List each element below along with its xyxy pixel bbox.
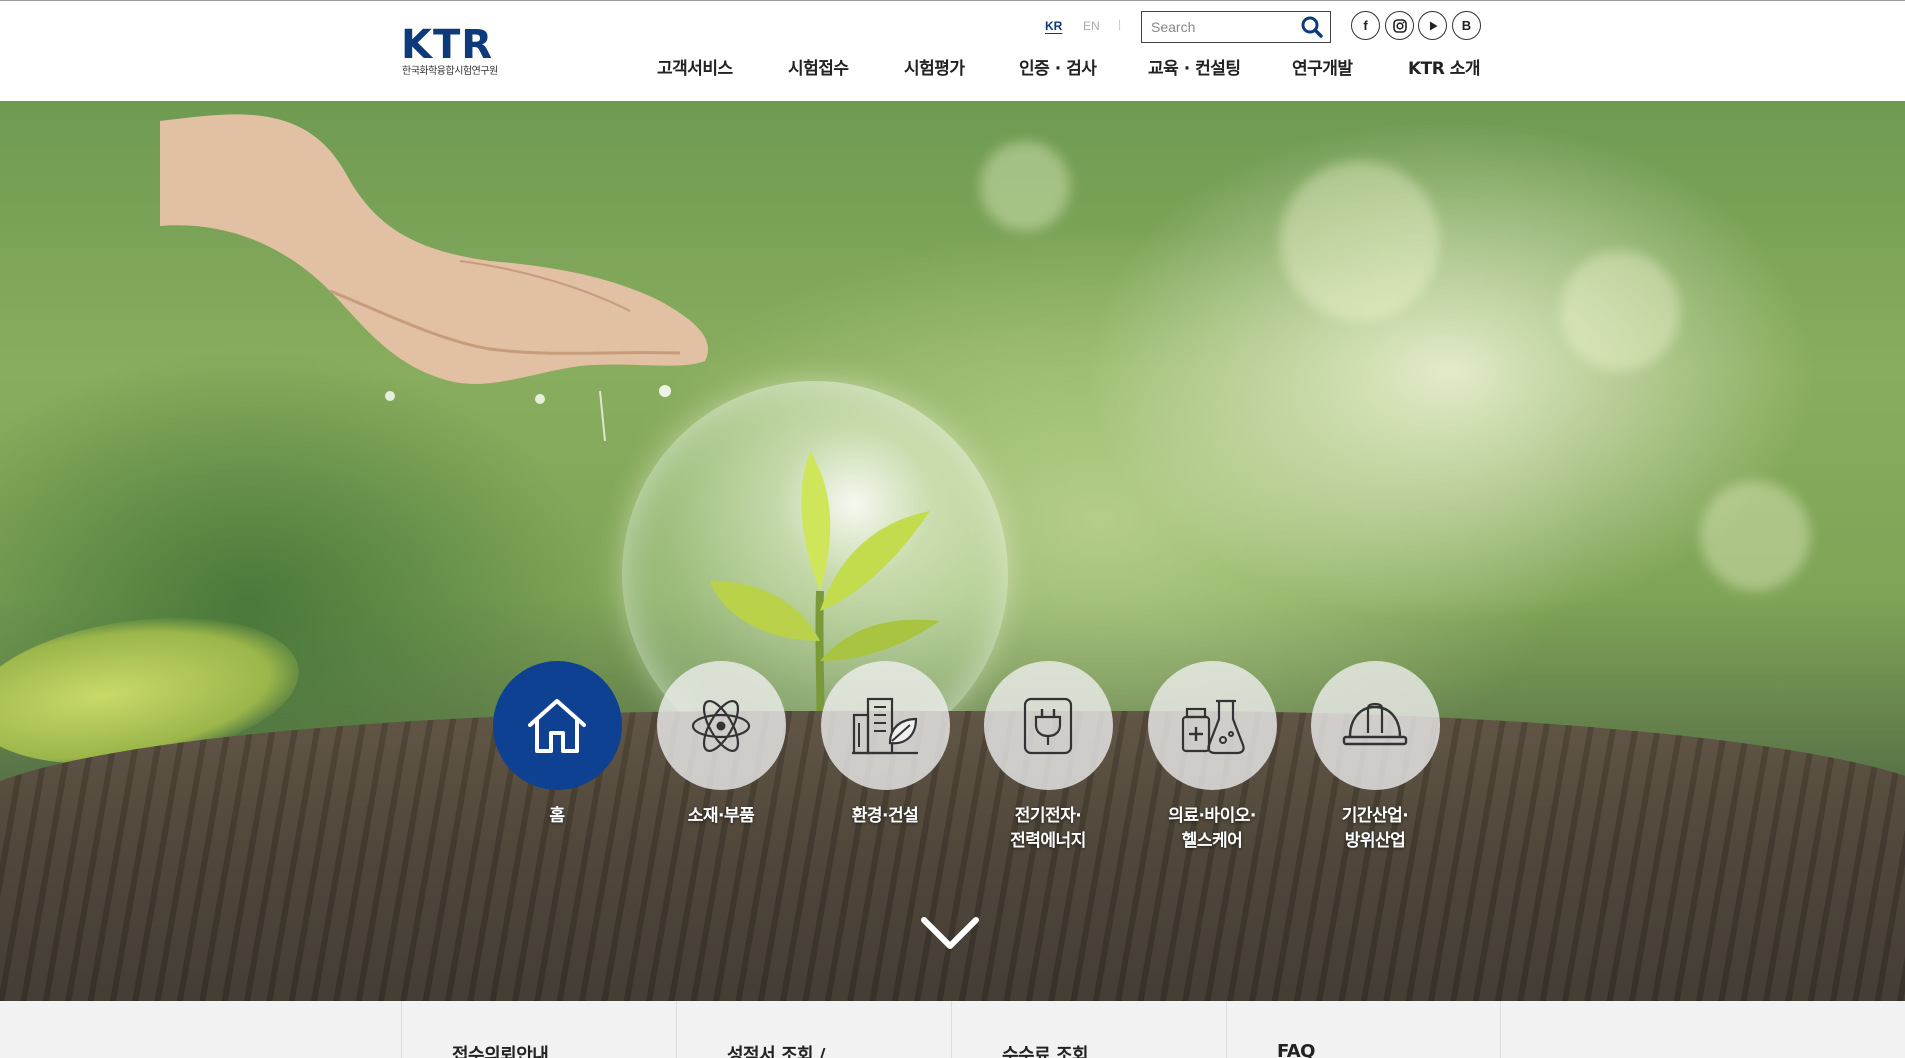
instagram-button[interactable] [1385, 11, 1414, 40]
bokeh-light [1560, 251, 1680, 371]
nav-item-test-evaluation[interactable]: 시험평가 [904, 54, 965, 79]
nav-item-test-application[interactable]: 시험접수 [788, 54, 849, 79]
blog-button[interactable]: B [1452, 11, 1481, 40]
category-environment[interactable]: 환경·건설 [820, 661, 950, 829]
lang-separator: | [1118, 17, 1122, 31]
tree-log-image [0, 711, 1905, 1001]
quick-link-application-guide[interactable]: 접수의뢰안내 [401, 1001, 676, 1058]
category-industry-defense[interactable]: 기간산업· 방위산업 [1310, 661, 1440, 854]
atom-icon [691, 699, 751, 752]
search-icon [1301, 16, 1323, 38]
log-texture [0, 711, 1905, 1001]
facebook-icon: f [1363, 18, 1368, 33]
category-label: 환경·건설 [851, 806, 919, 826]
category-label: 기간산업· 방위산업 [1341, 806, 1409, 851]
hand-image [160, 114, 708, 441]
category-icon-circle [983, 661, 1113, 790]
category-home[interactable]: 홈 [492, 661, 622, 829]
scroll-down-button[interactable] [920, 914, 980, 954]
nav-item-research[interactable]: 연구개발 [1292, 54, 1353, 79]
lang-kr-link[interactable]: KR [1045, 19, 1062, 33]
category-label: 소재·부품 [687, 806, 755, 826]
quick-link-fee-search[interactable]: 수수료 조회 [951, 1001, 1226, 1058]
home-icon [528, 698, 586, 753]
plug-icon [1023, 697, 1073, 754]
facebook-button[interactable]: f [1351, 11, 1380, 40]
nav-item-customer-service[interactable]: 고객서비스 [657, 54, 733, 79]
instagram-icon [1392, 18, 1407, 33]
blog-icon: B [1461, 18, 1472, 33]
quick-link-label: FAQ [1277, 1041, 1315, 1058]
category-label: 전기전자· 전력에너지 [1010, 806, 1086, 851]
youtube-button[interactable] [1418, 11, 1447, 40]
quick-link-label: 접수의뢰안내 [452, 1045, 549, 1058]
category-electric-energy[interactable]: 전기전자· 전력에너지 [983, 661, 1113, 854]
lang-en-link[interactable]: EN [1083, 19, 1100, 33]
quick-link-label: 수수료 조회 [1002, 1045, 1089, 1058]
bokeh-light [1280, 161, 1440, 321]
main-nav: 고객서비스 시험접수 시험평가 인증 · 검사 교육 · 컨설팅 연구개발 KT… [0, 54, 1905, 84]
building-leaf-icon [852, 697, 918, 754]
quick-links-bar: 접수의뢰안내 성적서 조회 / 수수료 조회 FAQ [0, 1001, 1905, 1058]
nav-item-education[interactable]: 교육 · 컨설팅 [1148, 54, 1241, 79]
quick-link-report-search[interactable]: 성적서 조회 / [676, 1001, 951, 1058]
nav-item-certification[interactable]: 인증 · 검사 [1019, 54, 1097, 79]
hero-banner: 홈 소재·부품 환경·건설 전기전자· 전력에너지 의료·바이오· 헬스케어 기… [0, 101, 1905, 1001]
bokeh-light [1700, 481, 1810, 591]
bokeh-light [980, 141, 1070, 231]
search-input[interactable] [1142, 12, 1292, 41]
category-label: 홈 [549, 806, 565, 826]
category-icon-circle [1147, 661, 1277, 790]
category-icon-circle [1310, 661, 1440, 790]
youtube-icon [1429, 21, 1437, 30]
search-button[interactable] [1300, 15, 1324, 39]
category-icon-circle [656, 661, 786, 790]
medicine-flask-icon [1181, 699, 1245, 754]
category-medical-bio[interactable]: 의료·바이오· 헬스케어 [1147, 661, 1277, 854]
quick-link-faq[interactable]: FAQ [1226, 1001, 1501, 1058]
category-icon-circle [820, 661, 950, 790]
site-header: KTR 한국화학융합시험연구원 KR EN | f B 고객서비스 시험접수 [0, 0, 1905, 101]
hardhat-icon [1342, 702, 1408, 745]
category-icon-circle [492, 661, 622, 790]
quick-link-label: 성적서 조회 / [727, 1045, 825, 1058]
category-label: 의료·바이오· 헬스케어 [1168, 806, 1256, 851]
chevron-down-icon [921, 917, 979, 949]
nav-item-about-ktr[interactable]: KTR 소개 [1408, 54, 1481, 79]
category-materials[interactable]: 소재·부품 [656, 661, 786, 829]
search-box [1141, 11, 1331, 43]
